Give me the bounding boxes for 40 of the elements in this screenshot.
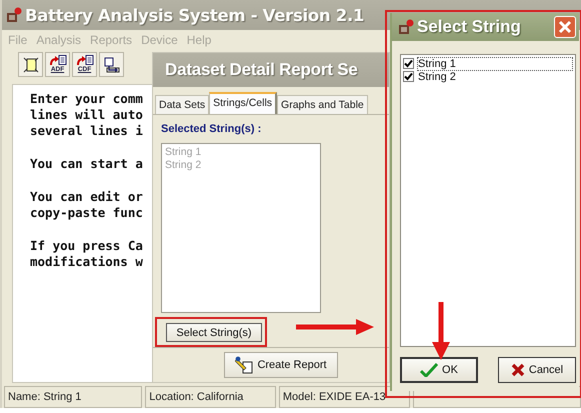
comment-line: lines will auto bbox=[30, 107, 143, 123]
comment-line: If you press Ca bbox=[30, 238, 143, 254]
dialog-title: Dataset Detail Report Se bbox=[165, 60, 358, 80]
annotation-arrow bbox=[432, 302, 450, 360]
cancel-button[interactable]: Cancel bbox=[498, 357, 576, 383]
comment-line: You can edit or bbox=[30, 189, 143, 205]
select-strings-button[interactable]: Select String(s) bbox=[166, 323, 262, 342]
checkbox-list[interactable]: String 1 String 2 bbox=[400, 54, 576, 347]
dialog-title: Select String bbox=[417, 17, 522, 37]
comment-line: modifications w bbox=[30, 254, 143, 270]
status-cell: Location: California bbox=[145, 386, 276, 408]
checkbox[interactable] bbox=[403, 71, 414, 82]
tab[interactable]: Graphs and Table bbox=[277, 95, 368, 114]
comment-line: several lines i bbox=[30, 123, 143, 139]
tab[interactable]: Data Sets bbox=[155, 95, 210, 114]
create-report-button[interactable]: Create Report bbox=[224, 352, 338, 378]
pen-icon bbox=[235, 356, 254, 374]
comment-line: Enter your comm bbox=[30, 91, 143, 107]
app-icon bbox=[398, 19, 414, 35]
checkmark-icon bbox=[420, 363, 438, 377]
section-label: Selected String(s) : bbox=[161, 123, 262, 135]
import-icon[interactable] bbox=[99, 52, 124, 77]
document-arrow-icon bbox=[48, 55, 66, 66]
close-button[interactable] bbox=[554, 16, 576, 38]
document-arrow-icon bbox=[76, 55, 94, 66]
comment-line: copy-paste func bbox=[30, 205, 143, 221]
app-icon bbox=[6, 7, 22, 23]
checkbox-label: String 1 bbox=[417, 56, 573, 70]
checkbox[interactable] bbox=[403, 58, 414, 69]
new-document-icon[interactable] bbox=[18, 52, 43, 77]
comment-line: You can start a bbox=[30, 156, 143, 172]
close-icon bbox=[558, 20, 572, 34]
list-item: String 1 bbox=[165, 146, 202, 159]
checkbox-label: String 2 bbox=[417, 70, 457, 84]
window-title: Battery Analysis System - Version 2.1 bbox=[25, 6, 364, 24]
list-item: String 2 bbox=[165, 159, 202, 172]
cross-icon bbox=[510, 363, 525, 377]
status-cell: Name: String 1 bbox=[4, 386, 142, 408]
tab[interactable]: Strings/Cells bbox=[209, 92, 278, 114]
ok-button[interactable]: OK bbox=[400, 357, 478, 383]
